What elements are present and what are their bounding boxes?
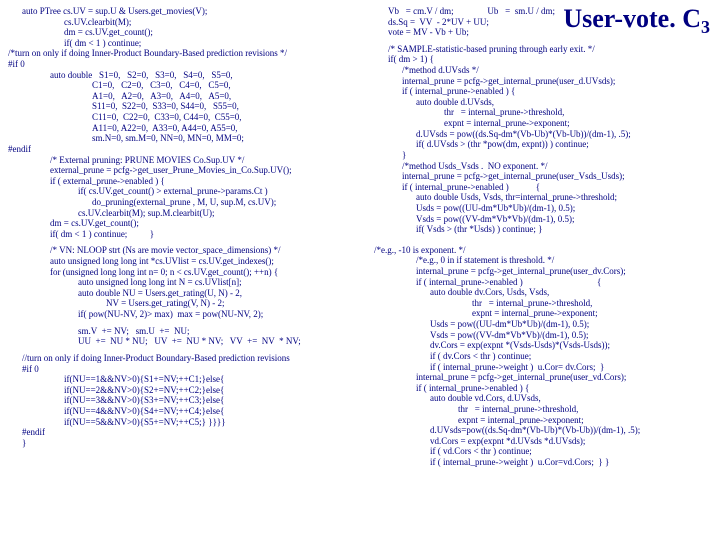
code-line: auto unsigned long long int N = cs.UVlis… (8, 277, 360, 288)
code-line: /* SAMPLE-statistic-based pruning throug… (374, 44, 694, 55)
code-line: cs.UV.clearbit(M); sup.M.clearbit(U); (8, 208, 360, 219)
code-line: if( dm < 1 ) continue; } (8, 229, 360, 240)
code-columns: auto PTree cs.UV = sup.U & Users.get_mov… (8, 6, 712, 468)
code-line: #endif (8, 427, 360, 438)
code-line: internal_prune = pcfg->get_internal_prun… (374, 171, 694, 182)
code-line: Vsds = pow((VV-dm*Vb*Vb)/(dm-1), 0.5); (374, 330, 694, 341)
code-line: /*method Usds_Vsds . NO exponent. */ (374, 161, 694, 172)
code-line: #if 0 (8, 364, 360, 375)
code-line: S11=0, S22=0, S33=0, S44=0, S55=0, (8, 101, 360, 112)
code-line: #endif (8, 144, 360, 155)
code-line: if ( internal_prune->enabled ) { (374, 182, 694, 193)
code-line: A1=0, A2=0, A3=0, A4=0, A5=0, (8, 91, 360, 102)
code-line: } (374, 150, 694, 161)
code-line: if(NU==1&&NV>0){S1+=NV;++C1;}else{ (8, 374, 360, 385)
code-line: dv.Cors = exp(expnt *(Vsds-Usds)*(Vsds-U… (374, 340, 694, 351)
code-line: do_pruning(external_prune , M, U, sup.M,… (8, 197, 360, 208)
code-line: #if 0 (8, 59, 360, 70)
code-line: if( Vsds > (thr *Usds) ) continue; } (374, 224, 694, 235)
code-line: sm.V += NV; sm.U += NU; (8, 326, 360, 337)
code-right: Vb = cm.V / dm; Ub = sm.U / dm;ds.Sq = V… (374, 6, 694, 468)
code-line: auto double Usds, Vsds, thr=internal_pru… (374, 192, 694, 203)
code-line: thr = internal_prune->threshold, (374, 107, 694, 118)
code-line: if ( internal_prune->weight ) u.Cor= dv.… (374, 362, 694, 373)
code-line: cs.UV.clearbit(M); (8, 17, 360, 28)
code-line: if(NU==4&&NV>0){S4+=NV;++C4;}else{ (8, 406, 360, 417)
code-line: C11=0, C22=0, C33=0, C44=0, C55=0, (8, 112, 360, 123)
code-line: expnt = internal_prune->exponent; (374, 118, 694, 129)
code-line: sm.N=0, sm.M=0, NN=0, MN=0, MM=0; (8, 133, 360, 144)
code-line: auto PTree cs.UV = sup.U & Users.get_mov… (8, 6, 360, 17)
code-line: if ( internal_prune->enabled ) { (374, 86, 694, 97)
code-line: /* VN: NLOOP strt (Ns are movie vector_s… (8, 245, 360, 256)
code-line: vd.Cors = exp(expnt *d.UVsds *d.UVsds); (374, 436, 694, 447)
code-line: auto unsigned long long int *cs.UVlist =… (8, 256, 360, 267)
code-line: if ( internal_prune->weight ) u.Cor=vd.C… (374, 457, 694, 468)
code-line: if ( internal_prune->enabled ) { (374, 383, 694, 394)
code-line: if( pow(NU-NV, 2)> max) max = pow(NU-NV,… (8, 309, 360, 320)
code-line: thr = internal_prune->threshold, (374, 298, 694, 309)
code-left: auto PTree cs.UV = sup.U & Users.get_mov… (8, 6, 360, 468)
code-line: Usds = pow((UU-dm*Ub*Ub)/(dm-1), 0.5); (374, 203, 694, 214)
code-line: expnt = internal_prune->exponent; (374, 415, 694, 426)
code-line: /*method d.UVsds */ (374, 65, 694, 76)
code-line: thr = internal_prune->threshold, (374, 404, 694, 415)
slide-title: User-vote. C3 (563, 4, 710, 38)
code-line: external_prune = pcfg->get_user_Prune_Mo… (8, 165, 360, 176)
code-line: auto double d.UVsds, (374, 97, 694, 108)
code-line: /*e.g., 0 in if statement is threshold. … (374, 255, 694, 266)
code-line: if( dm > 1) { (374, 54, 694, 65)
code-line: NV = Users.get_rating(V, N) - 2; (8, 298, 360, 309)
code-line: d.UVsds = pow((ds.Sq-dm*(Vb-Ub)*(Vb-Ub))… (374, 129, 694, 140)
code-line: //turn on only if doing Inner-Product Bo… (8, 353, 360, 364)
code-line: if ( vd.Cors < thr ) continue; (374, 446, 694, 457)
code-line: internal_prune = pcfg->get_internal_prun… (374, 266, 694, 277)
code-line: Vsds = pow((VV-dm*Vb*Vb)/(dm-1), 0.5); (374, 214, 694, 225)
code-line: if ( dv.Cors < thr ) continue; (374, 351, 694, 362)
code-line: C1=0, C2=0, C3=0, C4=0, C5=0, (8, 80, 360, 91)
code-line: UU += NU * NU; UV += NU * NV; VV += NV *… (8, 336, 360, 347)
code-line: /*turn on only if doing Inner-Product Bo… (8, 48, 360, 59)
code-line: if(NU==3&&NV>0){S3+=NV;++C3;}else{ (8, 395, 360, 406)
code-line: auto double S1=0, S2=0, S3=0, S4=0, S5=0… (8, 70, 360, 81)
code-line: internal_prune = pcfg->get_internal_prun… (374, 372, 694, 383)
code-line: if( d.UVsds > (thr *pow(dm, expnt)) ) co… (374, 139, 694, 150)
code-line: if( cs.UV.get_count() > external_prune->… (8, 186, 360, 197)
code-line: if(NU==2&&NV>0){S2+=NV;++C2;}else{ (8, 385, 360, 396)
code-line: internal_prune = pcfg->get_internal_prun… (374, 76, 694, 87)
code-line: d.UVsds=pow((ds.Sq-dm*(Vb-Ub)*(Vb-Ub))/(… (374, 425, 694, 436)
code-line: dm = cs.UV.get_count(); (8, 218, 360, 229)
code-line: if( dm < 1 ) continue; (8, 38, 360, 49)
code-line: } (8, 438, 360, 449)
code-line: A11=0, A22=0, A33=0, A44=0, A55=0, (8, 123, 360, 134)
code-line: if ( external_prune->enabled ) { (8, 176, 360, 187)
code-line: dm = cs.UV.get_count(); (8, 27, 360, 38)
code-line: auto double NU = Users.get_rating(U, N) … (8, 288, 360, 299)
code-line: auto double dv.Cors, Usds, Vsds, (374, 287, 694, 298)
code-line: for (unsigned long long int n= 0; n < cs… (8, 267, 360, 278)
code-line: /*e.g., -10 is exponent. */ (374, 245, 694, 256)
title-main: User-vote. C (563, 4, 701, 33)
title-sub: 3 (701, 17, 710, 37)
code-line: if(NU==5&&NV>0){S5+=NV;++C5;} }}}} (8, 417, 360, 428)
code-line: expnt = internal_prune->exponent; (374, 308, 694, 319)
code-line: if ( internal_prune->enabled ) { (374, 277, 694, 288)
code-line: Usds = pow((UU-dm*Ub*Ub)/(dm-1), 0.5); (374, 319, 694, 330)
code-line: auto double vd.Cors, d.UVsds, (374, 393, 694, 404)
code-line: /* External pruning: PRUNE MOVIES Co.Sup… (8, 155, 360, 166)
